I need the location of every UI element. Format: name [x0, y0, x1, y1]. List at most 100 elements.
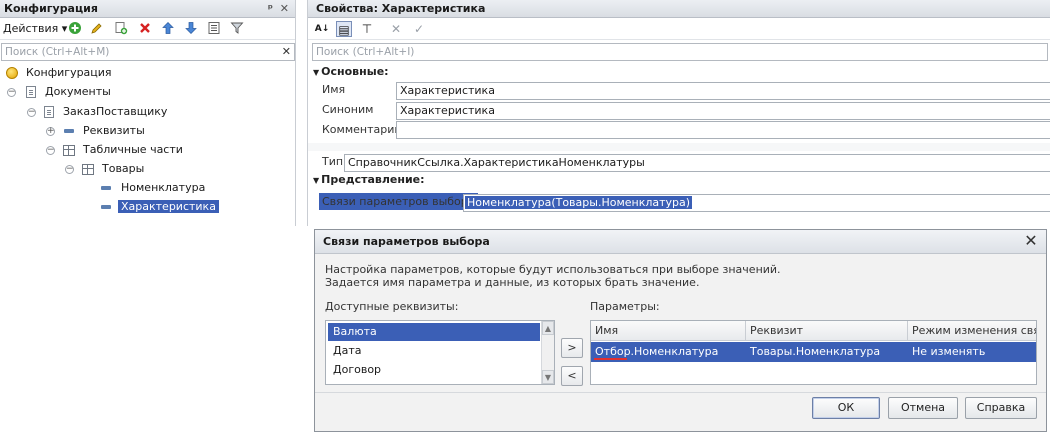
column-header-mode[interactable]: Режим изменения свя...	[908, 321, 1036, 341]
configuration-icon	[6, 67, 18, 79]
configuration-titlebar: Конфигурация ᵖ ✕	[0, 0, 295, 18]
tree-item-label: Документы	[45, 85, 111, 98]
close-icon[interactable]: ✕	[280, 0, 289, 18]
synonym-label: Синоним	[322, 103, 374, 116]
scrollbar[interactable]: ▲ ▼	[541, 321, 554, 384]
name-label: Имя	[322, 83, 346, 96]
dialog-titlebar: Связи параметров выбора ✕	[315, 230, 1046, 254]
tree-item-label: Табличные части	[83, 143, 183, 156]
move-right-button[interactable]: >	[561, 338, 583, 358]
pin-icon[interactable]: ᵖ	[268, 0, 273, 18]
red-underline	[594, 358, 627, 360]
configuration-toolbar: Действия ▾	[0, 18, 295, 40]
section-view[interactable]: ▼ Представление:	[313, 172, 425, 188]
filter-properties-icon[interactable]: ⊤	[359, 21, 375, 37]
available-attributes-label: Доступные реквизиты:	[325, 300, 459, 313]
section-expand-icon: ▼	[313, 176, 320, 185]
delete-icon[interactable]	[137, 21, 153, 37]
configuration-search-input[interactable]: Поиск (Ctrl+Alt+M) ✕	[1, 43, 295, 61]
tree-item-label: Товары	[102, 162, 145, 175]
scroll-down-icon[interactable]: ▼	[542, 370, 554, 384]
cancel-button[interactable]: Отмена	[888, 397, 958, 419]
table-icon	[82, 164, 94, 175]
tabular-parts-icon	[63, 145, 75, 156]
scroll-up-icon[interactable]: ▲	[542, 321, 554, 335]
tree-item-attributes[interactable]: + Реквизиты	[45, 122, 145, 140]
table-row[interactable]: Отбор.Номенклатура Товары.Номенклатура Н…	[591, 342, 1036, 362]
delete-disabled-icon: ✕	[390, 22, 402, 36]
sort-alphabetical-icon[interactable]: A↓	[314, 21, 330, 37]
properties-panel: Свойства: Характеристика A↓ ▤ ⊤ ✕ ✓ Поис…	[307, 0, 1050, 226]
move-down-icon[interactable]	[183, 21, 199, 37]
section-main[interactable]: ▼ Основные:	[313, 64, 389, 80]
tree-item-configuration[interactable]: Конфигурация	[6, 64, 112, 82]
tree-item-characteristic[interactable]: Характеристика	[101, 198, 219, 216]
add-icon[interactable]	[67, 21, 83, 37]
dialog-description-line1: Настройка параметров, которые будут испо…	[325, 263, 781, 276]
copy-icon[interactable]	[113, 21, 129, 37]
parameters-table[interactable]: Имя Реквизит Режим изменения свя... Отбо…	[590, 320, 1037, 385]
collapse-icon[interactable]: −	[7, 88, 16, 97]
separator	[308, 143, 1050, 151]
column-header-attribute[interactable]: Реквизит	[746, 321, 908, 341]
configuration-title: Конфигурация	[4, 2, 98, 15]
properties-title: Свойства: Характеристика	[316, 2, 486, 15]
check-disabled-icon: ✓	[413, 22, 425, 36]
collapse-icon[interactable]: −	[65, 165, 74, 174]
move-up-icon[interactable]	[160, 21, 176, 37]
search-clear-icon[interactable]: ✕	[282, 44, 291, 60]
categories-icon[interactable]: ▤	[336, 21, 352, 37]
comment-field[interactable]	[396, 121, 1050, 139]
list-item[interactable]: Валюта	[328, 323, 540, 341]
column-header-name[interactable]: Имя	[591, 321, 746, 341]
cell-name-text: Отбор.Номенклатура	[595, 345, 719, 358]
section-title: Основные:	[321, 65, 389, 78]
available-attributes-list[interactable]: Валюта Дата Договор Ко ▲ ▼	[325, 320, 555, 385]
move-left-button[interactable]: <	[561, 366, 583, 386]
actions-menu[interactable]: Действия ▾	[3, 21, 67, 37]
documents-icon	[26, 86, 36, 98]
tree-item-nomenclature[interactable]: Номенклатура	[101, 179, 205, 197]
dialog-title: Связи параметров выбора	[323, 235, 490, 248]
expand-icon[interactable]: +	[46, 127, 55, 136]
synonym-field[interactable]: Характеристика	[396, 102, 1050, 120]
choice-links-value: Номенклатура(Товары.Номенклатура)	[465, 196, 693, 209]
cell-mode: Не изменять	[912, 345, 986, 358]
attribute-icon	[101, 186, 111, 190]
list-item[interactable]: Дата	[328, 342, 540, 360]
close-icon[interactable]: ✕	[1022, 232, 1040, 250]
cell-attribute: Товары.Номенклатура	[750, 345, 881, 358]
attributes-icon	[64, 129, 74, 133]
tree-item-document[interactable]: − ЗаказПоставщику	[26, 103, 167, 121]
tree-item-documents[interactable]: − Документы	[6, 83, 111, 101]
help-button[interactable]: Справка	[965, 397, 1037, 419]
choice-links-label: Связи параметров выбора	[319, 193, 478, 210]
tree-item-label: ЗаказПоставщику	[63, 105, 168, 118]
configuration-panel: Конфигурация ᵖ ✕ Действия ▾ Поиск (Ctrl+…	[0, 0, 296, 226]
edit-icon[interactable]	[89, 21, 105, 37]
tree-item-label-selected: Характеристика	[118, 200, 219, 213]
list-item[interactable]: Договор	[328, 361, 540, 379]
footer-separator	[315, 392, 1046, 393]
collapse-icon[interactable]: −	[46, 146, 55, 155]
properties-search-input[interactable]: Поиск (Ctrl+Alt+I)	[312, 43, 1048, 61]
choice-links-field[interactable]: Номенклатура(Товары.Номенклатура)	[463, 194, 1050, 212]
parameters-label: Параметры:	[590, 300, 660, 313]
list-item[interactable]: Ко	[328, 380, 540, 384]
type-label: Тип	[322, 155, 344, 168]
type-field[interactable]: СправочникСсылка.ХарактеристикаНоменклат…	[344, 154, 1050, 172]
attribute-icon	[101, 205, 111, 209]
section-title: Представление:	[321, 173, 425, 186]
filter-icon[interactable]	[229, 21, 245, 37]
section-expand-icon: ▼	[313, 68, 320, 77]
document-icon	[44, 106, 54, 118]
name-field[interactable]: Характеристика	[396, 82, 1050, 100]
configuration-search-placeholder: Поиск (Ctrl+Alt+M)	[5, 46, 110, 58]
collapse-icon[interactable]: −	[27, 108, 36, 117]
dialog-description-line2: Задается имя параметра и данные, из кото…	[325, 276, 700, 289]
list-icon[interactable]	[206, 21, 222, 37]
tree-item-tabular-parts[interactable]: − Табличные части	[45, 141, 183, 159]
choice-parameter-links-dialog: Связи параметров выбора ✕ Настройка пара…	[314, 229, 1047, 432]
ok-button[interactable]: ОК	[812, 397, 880, 419]
tree-item-goods[interactable]: − Товары	[64, 160, 144, 178]
